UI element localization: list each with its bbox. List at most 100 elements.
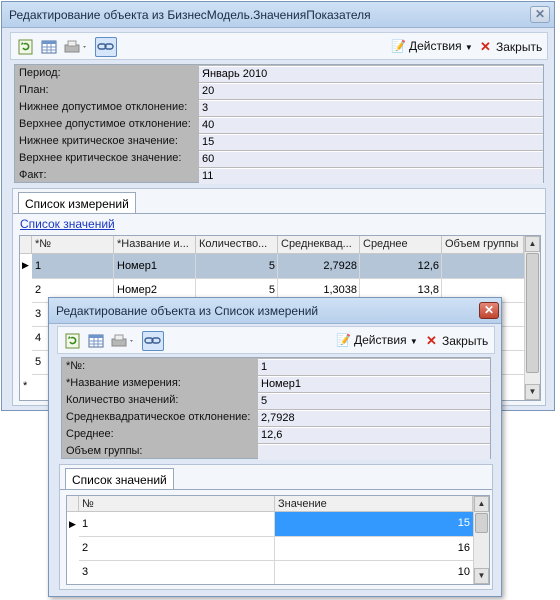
dialog-edit-window: Редактирование объекта из Список измерен… — [48, 297, 502, 597]
prop-label-upper-critical: Верхнее критическое значение: — [19, 152, 182, 164]
prop-value-mean[interactable]: 12,6 — [258, 427, 490, 443]
scroll-thumb[interactable] — [475, 513, 488, 533]
scroll-thumb[interactable] — [526, 253, 539, 373]
prop-label-measurement-name: *Название измерения: — [66, 377, 181, 389]
column-header-count[interactable]: Количество... — [196, 236, 278, 254]
values-grid: № Значение ▶ 1 15 2 16 3 10 ▲ ▼ — [66, 495, 490, 585]
dialog-tab-panel: Список значений № Значение ▶ 1 15 2 16 3… — [59, 464, 493, 590]
prop-label-group-volume: Объем группы: — [66, 445, 143, 457]
dialog-close-label: Закрыть — [442, 334, 489, 348]
dialog-window-title: Редактирование объекта из Список измерен… — [56, 304, 319, 318]
cell-number[interactable]: 2 — [79, 540, 275, 556]
grid-row-header-corner — [20, 236, 32, 254]
dialog-window-close-button[interactable]: ✕ — [479, 302, 499, 319]
scroll-up-icon[interactable]: ▲ — [474, 496, 489, 512]
chevron-down-icon: ▼ — [464, 43, 473, 52]
prop-label-lower-allowed: Нижнее допустимое отклонение: — [19, 101, 188, 113]
new-row-marker: * — [23, 380, 28, 392]
current-row-indicator-icon: ▶ — [22, 260, 29, 270]
prop-value-upper-critical[interactable]: 60 — [199, 151, 543, 167]
cell-number[interactable]: 1 — [79, 516, 275, 532]
prop-value-lower-allowed[interactable]: 3 — [199, 100, 543, 116]
cell-count[interactable]: 5 — [196, 258, 278, 274]
cell-number[interactable]: 2 — [32, 282, 114, 298]
refresh-icon[interactable] — [17, 38, 35, 56]
main-toolbar: 📝 Действия ▼ ✕ Закрыть — [10, 32, 548, 60]
cell-std-dev[interactable]: 1,3038 — [278, 282, 360, 298]
tab-measurements[interactable]: Список измерений — [18, 192, 136, 213]
column-header-value[interactable]: Значение — [275, 496, 473, 512]
cell-count[interactable]: 5 — [196, 282, 278, 298]
dialog-actions-label: Действия — [354, 333, 407, 347]
cell-mean[interactable]: 13,8 — [360, 282, 442, 298]
column-header-std-dev[interactable]: Среднеквад... — [278, 236, 360, 254]
link-toggle-button[interactable] — [95, 37, 117, 57]
cell-number[interactable]: 1 — [32, 258, 114, 274]
cell-name[interactable]: Номер2 — [114, 282, 196, 298]
tab-values-list[interactable]: Список значений — [65, 468, 174, 489]
prop-value-fact[interactable]: 11 — [199, 168, 543, 184]
main-actions-label: Действия — [409, 39, 462, 53]
printer-icon[interactable] — [63, 38, 89, 56]
cell-value[interactable]: 16 — [275, 540, 473, 556]
scroll-down-icon[interactable]: ▼ — [474, 568, 489, 584]
edit-document-icon: 📝 — [391, 39, 406, 53]
cell-std-dev[interactable]: 2,7928 — [278, 258, 360, 274]
prop-value-number[interactable]: 1 — [258, 359, 490, 375]
prop-value-value-count[interactable]: 5 — [258, 393, 490, 409]
dialog-title-bar[interactable]: Редактирование объекта из Список измерен… — [49, 298, 501, 324]
prop-label-plan: План: — [19, 84, 49, 96]
prop-label-number: *№: — [66, 360, 86, 372]
table-icon[interactable] — [40, 38, 58, 56]
printer-icon[interactable] — [110, 332, 136, 350]
prop-value-plan[interactable]: 20 — [199, 83, 543, 99]
main-close-label: Закрыть — [496, 40, 543, 54]
main-close-button[interactable]: ✕ Закрыть — [478, 39, 542, 55]
dialog-toolbar: 📝 Действия ▼ ✕ Закрыть — [57, 326, 495, 354]
link-icon — [144, 337, 161, 344]
prop-label-upper-allowed: Верхнее допустимое отклонение: — [19, 118, 191, 130]
cell-value[interactable]: 15 — [275, 512, 473, 536]
cell-value[interactable]: 10 — [275, 564, 473, 580]
main-window-close-button[interactable]: ✕ — [530, 6, 550, 23]
prop-value-lower-critical[interactable]: 15 — [199, 134, 543, 150]
column-header-name[interactable]: *Название и... — [114, 236, 196, 254]
values-list-link[interactable]: Список значений — [20, 217, 115, 231]
main-grid-scrollbar[interactable]: ▲ ▼ — [524, 236, 540, 400]
main-window-title: Редактирование объекта из БизнесМодель.З… — [9, 8, 371, 22]
prop-label-value-count: Количество значений: — [66, 394, 179, 406]
prop-value-std-dev[interactable]: 2,7928 — [258, 410, 490, 426]
dialog-actions-menu[interactable]: 📝 Действия ▼ — [336, 333, 418, 347]
chevron-down-icon: ▼ — [409, 337, 418, 346]
cell-mean[interactable]: 12,6 — [360, 258, 442, 274]
cell-name[interactable]: Номер1 — [114, 258, 196, 274]
close-x-icon: ✕ — [480, 39, 491, 54]
column-header-number[interactable]: № — [79, 496, 275, 512]
dialog-close-button[interactable]: ✕ Закрыть — [424, 333, 488, 349]
link-toggle-button[interactable] — [142, 331, 164, 351]
column-header-number[interactable]: *№ — [32, 236, 114, 254]
grid-row-header-corner — [67, 496, 79, 512]
main-properties-panel: Период: Январь 2010 План: 20 Нижнее допуст… — [14, 64, 544, 184]
prop-value-group-volume[interactable] — [258, 444, 490, 460]
link-icon — [97, 43, 114, 50]
table-icon[interactable] — [87, 332, 105, 350]
scroll-down-icon[interactable]: ▼ — [525, 384, 540, 400]
main-title-bar[interactable]: Редактирование объекта из БизнесМодель.З… — [2, 2, 554, 28]
column-header-group-volume[interactable]: Объем группы — [442, 236, 524, 254]
prop-label-fact: Факт: — [19, 169, 47, 181]
scroll-up-icon[interactable]: ▲ — [525, 236, 540, 252]
refresh-icon[interactable] — [64, 332, 82, 350]
close-x-icon: ✕ — [426, 333, 437, 348]
main-actions-menu[interactable]: 📝 Действия ▼ — [391, 39, 473, 53]
prop-value-upper-allowed[interactable]: 40 — [199, 117, 543, 133]
prop-value-period[interactable]: Январь 2010 — [199, 66, 543, 82]
prop-label-mean: Среднее: — [66, 428, 114, 440]
cell-number[interactable]: 3 — [79, 564, 275, 580]
prop-label-lower-critical: Нижнее критическое значение: — [19, 135, 178, 147]
column-header-mean[interactable]: Среднее — [360, 236, 442, 254]
prop-value-measurement-name[interactable]: Номер1 — [258, 376, 490, 392]
dialog-properties-panel: *№: 1 *Название измерения: Номер1 Количест… — [61, 357, 491, 460]
edit-document-icon: 📝 — [336, 333, 351, 347]
dialog-grid-scrollbar[interactable]: ▲ ▼ — [473, 496, 489, 584]
